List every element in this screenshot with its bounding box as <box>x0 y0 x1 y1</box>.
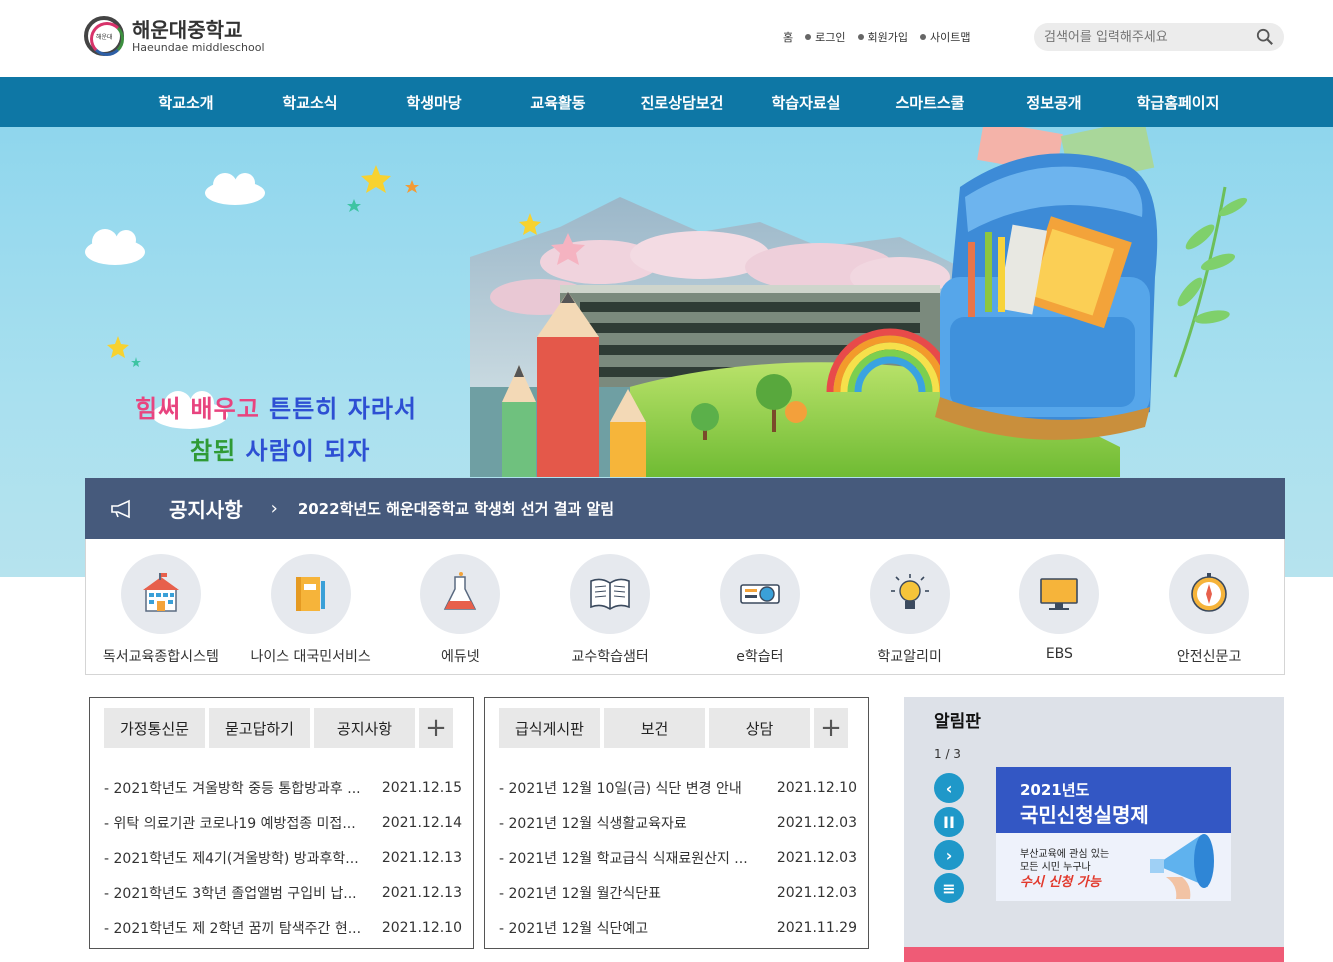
menu-icon: ≡ <box>942 878 956 898</box>
nav-smart-school[interactable]: 스마트스쿨 <box>868 92 992 113</box>
chevron-right-icon: › <box>945 845 953 865</box>
notice-bar-title[interactable]: 공지사항 <box>169 494 243 523</box>
list-item[interactable]: - 2021학년도 제4기(겨울방학) 방과후학... 2021.12.13 <box>104 840 464 875</box>
list-item[interactable]: - 2021학년도 제 2학년 꿈끼 탐색주간 현... 2021.12.10 <box>104 910 464 945</box>
nav-learning-materials[interactable]: 학습자료실 <box>744 92 868 113</box>
list-item[interactable]: - 2021학년도 3학년 졸업앨범 구입비 납... 2021.12.13 <box>104 875 464 910</box>
board-newsletters: 가정통신문 묻고답하기 공지사항 + - 2021학년도 겨울방학 중등 통합방… <box>89 697 474 949</box>
quick-link-ebs[interactable]: EBS <box>985 539 1135 674</box>
quick-link-reading-system[interactable]: 독서교육종합시스템 <box>86 539 236 674</box>
list-item[interactable]: - 2021학년도 겨울방학 중등 통합방과후 ... 2021.12.15 <box>104 770 464 805</box>
board-meals: 급식게시판 보건 상담 + - 2021년 12월 10일(금) 식단 변경 안… <box>484 697 869 949</box>
chevron-left-icon: ‹ <box>945 778 953 798</box>
quick-link-teaching-center[interactable]: 교수학습샘터 <box>535 539 685 674</box>
list-item[interactable]: - 2021년 12월 식생활교육자료 2021.12.03 <box>499 805 859 840</box>
open-book-icon <box>590 578 630 610</box>
pause-button[interactable]: II <box>934 807 964 837</box>
compass-icon <box>1191 573 1227 612</box>
tab-home-newsletter[interactable]: 가정통신문 <box>104 708 205 748</box>
list-item[interactable]: - 2021년 12월 식단예고 2021.11.29 <box>499 910 859 945</box>
notice-board-slider: 알림판 1 / 3 ‹ II › ≡ 2021년도 국민신청실명제 부산교육에 … <box>904 697 1284 962</box>
next-slide-button[interactable]: › <box>934 840 964 870</box>
school-icon <box>142 573 179 612</box>
nav-education[interactable]: 교육활동 <box>496 92 620 113</box>
tab-notices[interactable]: 공지사항 <box>314 708 415 748</box>
nav-school-news[interactable]: 학교소식 <box>248 92 372 113</box>
quick-link-neis[interactable]: 나이스 대국민서비스 <box>236 539 386 674</box>
tab-qna[interactable]: 묻고답하기 <box>209 708 310 748</box>
nav-school-intro[interactable]: 학교소개 <box>124 92 248 113</box>
bullet-icon <box>919 34 926 40</box>
util-home-link[interactable]: 홈 <box>783 29 793 45</box>
quick-links: 독서교육종합시스템 나이스 대국민서비스 에듀넷 교수학습샘터 e학습터 학교알… <box>85 539 1285 675</box>
backpack-illustration <box>935 127 1158 440</box>
notice-board-title: 알림판 <box>934 712 981 732</box>
pink-footer-bar <box>904 947 1284 962</box>
tab-health[interactable]: 보건 <box>604 708 705 748</box>
prev-slide-button[interactable]: ‹ <box>934 773 964 803</box>
header: 해운대 해운대중학교 Haeundae middleschool 홈 로그인 회… <box>0 0 1333 77</box>
quick-link-e-learning[interactable]: e학습터 <box>685 539 835 674</box>
slide-banner[interactable]: 2021년도 국민신청실명제 부산교육에 관심 있는 모든 시민 누구나 수시 … <box>996 767 1231 901</box>
megaphone-icon <box>111 499 130 518</box>
projector-icon <box>740 584 780 604</box>
utility-menu: 홈 로그인 회원가입 사이트맵 <box>783 29 970 45</box>
tab-counsel[interactable]: 상담 <box>709 708 810 748</box>
list-item[interactable]: - 2021년 12월 10일(금) 식단 변경 안내 2021.12.10 <box>499 770 859 805</box>
leaf-branch <box>1173 186 1248 378</box>
megaphone-icon <box>1150 834 1214 899</box>
util-sitemap-link[interactable]: 사이트맵 <box>919 29 970 45</box>
school-emblem-icon: 해운대 <box>84 16 124 56</box>
list-item[interactable]: - 위탁 의료기관 코로나19 예방접종 미접... 2021.12.14 <box>104 805 464 840</box>
lightbulb-icon <box>890 574 929 609</box>
nav-career-counsel[interactable]: 진로상담보건 <box>620 92 744 113</box>
main-navigation: 학교소개 학교소식 학생마당 교육활동 진로상담보건 학습자료실 스마트스쿨 정… <box>0 77 1333 127</box>
slogan-line-2: 참된 사람이 되자 <box>190 437 371 465</box>
list-view-button[interactable]: ≡ <box>934 873 964 903</box>
more-plus-icon[interactable]: + <box>814 708 848 748</box>
bullet-icon <box>805 34 812 40</box>
notice-bar-headline[interactable]: 2022학년도 해운대중학교 학생회 선거 결과 알림 <box>298 498 614 519</box>
list-item[interactable]: - 2021년 12월 월간식단표 2021.12.03 <box>499 875 859 910</box>
chevron-right-icon: › <box>270 498 278 519</box>
tab-meal-board[interactable]: 급식게시판 <box>499 708 600 748</box>
slide-page-indicator: 1 / 3 <box>934 747 961 761</box>
more-plus-icon[interactable]: + <box>419 708 453 748</box>
quick-link-school-info[interactable]: 학교알리미 <box>835 539 985 674</box>
search-box <box>1034 23 1284 51</box>
search-icon[interactable] <box>1256 28 1274 46</box>
flask-icon <box>444 572 477 610</box>
school-name: 해운대중학교 <box>132 17 243 42</box>
book-icon <box>295 577 325 611</box>
notice-bar: 공지사항 › 2022학년도 해운대중학교 학생회 선거 결과 알림 <box>85 478 1285 539</box>
pause-icon: II <box>943 812 955 832</box>
school-name-en: Haeundae middleschool <box>132 40 265 54</box>
nav-class-homepage[interactable]: 학급홈페이지 <box>1116 92 1240 113</box>
school-logo[interactable]: 해운대 해운대중학교 Haeundae middleschool <box>84 16 265 56</box>
util-signup-link[interactable]: 회원가입 <box>857 29 908 45</box>
search-input[interactable] <box>1044 29 1244 45</box>
list-item[interactable]: - 2021년 12월 학교급식 식재료원산지 ... 2021.12.03 <box>499 840 859 875</box>
nav-info-disclosure[interactable]: 정보공개 <box>992 92 1116 113</box>
quick-link-edunet[interactable]: 에듀넷 <box>386 539 536 674</box>
monitor-icon <box>1040 578 1079 610</box>
slogan-line-1: 힘써 배우고 튼튼히 자라서 <box>135 395 417 423</box>
bullet-icon <box>857 34 864 40</box>
quick-link-safety-report[interactable]: 안전신문고 <box>1134 539 1284 674</box>
nav-student-yard[interactable]: 학생마당 <box>372 92 496 113</box>
util-login-link[interactable]: 로그인 <box>805 29 846 45</box>
